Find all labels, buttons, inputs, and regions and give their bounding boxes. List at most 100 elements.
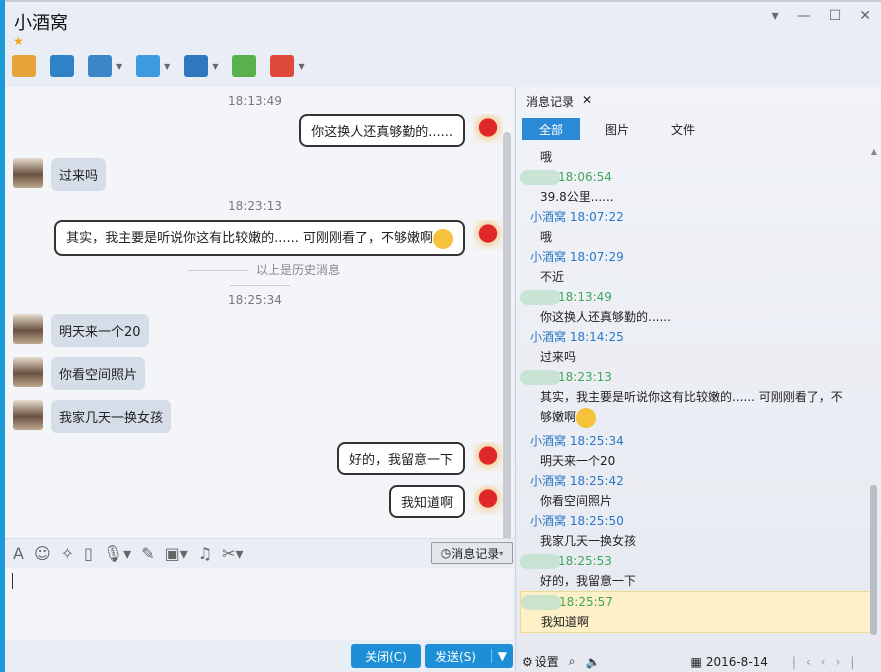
close-button[interactable]: ✕ (859, 8, 871, 24)
record-sender: 小酒窝 (530, 474, 567, 488)
video-button[interactable] (50, 55, 74, 77)
record-text: 你看空间照片 (540, 494, 613, 508)
microphone-icon[interactable]: 🎙▾ (103, 544, 131, 563)
screen-share-button[interactable]: ▼ (88, 55, 122, 77)
history-record: 18:23:13 其实，我主要是听说你这有比较嫩的...... 可刚刚看了，不 够嫩… (520, 367, 876, 431)
record-header: 小酒窝 18:07:22 (520, 207, 876, 227)
minimize-button[interactable]: — (797, 8, 811, 24)
record-header: 小酒窝 18:07:29 (520, 247, 876, 267)
history-button[interactable]: ◷ 消息记录 ▾ (431, 542, 513, 564)
chat-toolbar: ▼ ▼ ▼ ▼ (12, 55, 305, 77)
search-icon[interactable]: ⌕ (569, 654, 576, 669)
close-chat-button[interactable]: 关闭(C) (351, 644, 421, 668)
emoji-icon (576, 407, 597, 428)
message-bubble: 我家几天一换女孩 (51, 400, 172, 433)
record-header: 18:06:54 (520, 167, 876, 187)
history-panel: 消息记录 ✕ 全部 图片 文件 哦 18:06:54 39.8公里...... 小酒窝 … (515, 87, 881, 672)
magic-icon[interactable]: ✧ (61, 544, 74, 563)
chevron-down-icon[interactable]: ▼ (298, 62, 304, 71)
avatar[interactable] (473, 442, 503, 472)
history-scrollbar[interactable] (870, 485, 877, 635)
record-sender: 小酒窝 (530, 250, 567, 264)
record-time: 18:25:50 (569, 514, 624, 528)
record-header: 小酒窝 18:25:34 (520, 431, 876, 451)
record-text: 够嫩啊 (540, 410, 577, 424)
menu-button[interactable]: ▾ (772, 8, 779, 24)
emoji-icon[interactable]: ☺ (34, 544, 51, 563)
record-text: 好的，我留意一下 (540, 574, 637, 588)
contact-name: 小酒窝 (14, 13, 68, 34)
send-options-icon[interactable]: ▼ (490, 649, 513, 663)
history-record: 小酒窝 18:25:50 我家几天一换女孩 (520, 511, 876, 551)
chat-scrollbar[interactable] (503, 132, 511, 538)
record-text: 我知道啊 (541, 615, 590, 629)
history-record: 小酒窝 18:07:29 不近 (520, 247, 876, 287)
send-button[interactable]: 发送(S) ▼ (425, 644, 513, 668)
star-icon: ★ (13, 34, 24, 48)
close-tab-icon[interactable]: ✕ (582, 93, 592, 110)
tab-history[interactable]: 消息记录 ✕ (526, 93, 592, 110)
top-border (0, 0, 881, 2)
record-header: 18:25:57 (521, 592, 875, 612)
avatar[interactable] (473, 220, 503, 250)
apps-button[interactable]: ▼ (270, 55, 305, 77)
message-self: 其实，我主要是听说你这有比较嫩的...... 可刚刚看了，不够嫩啊 (54, 220, 503, 256)
avatar[interactable] (13, 314, 43, 344)
record-text: 你这换人还真够勤的...... (540, 310, 671, 324)
settings-link[interactable]: 设置 (535, 653, 559, 670)
timestamp: 18:25:34 (228, 293, 282, 307)
file-transfer-button[interactable]: ▼ (136, 55, 170, 77)
avatar[interactable] (13, 357, 43, 387)
chevron-down-icon[interactable]: ▼ (116, 62, 122, 71)
record-sender: 小酒窝 (530, 330, 567, 344)
message-self: 好的，我留意一下 (336, 442, 503, 475)
filter-all[interactable]: 全部 (522, 118, 580, 140)
tab-label: 消息记录 (526, 95, 575, 109)
history-footer: ⚙ 设置 ⌕ 🔈 ▦ 2016-8-14 |‹‹›| (522, 653, 878, 670)
maximize-button[interactable]: ☐ (829, 8, 842, 24)
voice-button[interactable] (12, 55, 36, 77)
chevron-down-icon[interactable]: ▼ (164, 62, 170, 71)
message-input[interactable] (5, 568, 513, 640)
filter-images[interactable]: 图片 (588, 118, 646, 140)
chevron-down-icon[interactable]: ▼ (212, 62, 218, 71)
history-label: 消息记录 (451, 546, 500, 561)
image-icon[interactable]: ▣▾ (165, 544, 188, 563)
avatar[interactable] (13, 158, 43, 188)
message-other: 我家几天一换女孩 (13, 400, 172, 433)
speaker-icon[interactable]: 🔈 (586, 655, 601, 669)
text-cursor (12, 573, 13, 589)
message-bubble: 其实，我主要是听说你这有比较嫩的...... 可刚刚看了，不够嫩啊 (54, 220, 465, 256)
send-label: 发送(S) (435, 649, 476, 664)
avatar[interactable] (13, 400, 43, 430)
remote-desktop-button[interactable]: ▼ (184, 55, 218, 77)
record-text: 其实，我主要是听说你这有比较嫩的...... 可刚刚看了，不 (540, 390, 843, 404)
avatar[interactable] (473, 114, 503, 144)
screen-share-icon (88, 55, 112, 77)
new-chat-button[interactable] (232, 55, 257, 77)
gear-icon[interactable]: ⚙ (522, 655, 533, 669)
shake-icon[interactable]: ▯ (84, 544, 93, 563)
history-filters: 全部 图片 文件 (522, 118, 720, 140)
message-bubble: 过来吗 (51, 158, 107, 191)
scroll-up-icon[interactable]: ▲ (871, 147, 877, 156)
filter-files[interactable]: 文件 (654, 118, 712, 140)
record-header: 18:25:53 (520, 551, 876, 571)
history-divider: 以上是历史消息 (145, 261, 375, 292)
history-list: 哦 18:06:54 39.8公里...... 小酒窝 18:07:22 哦小酒窝 18… (520, 147, 876, 633)
history-record: 18:25:53 好的，我留意一下 (520, 551, 876, 591)
edit-icon[interactable]: ✎ (141, 544, 154, 563)
screenshot-icon[interactable]: ✂▾ (222, 544, 243, 563)
pager-icons[interactable]: |‹‹›| (792, 655, 864, 669)
music-icon[interactable]: ♫ (198, 544, 212, 563)
avatar[interactable] (473, 485, 503, 515)
font-icon[interactable]: A (13, 544, 24, 563)
chat-area: 18:13:49 你这换人还真够勤的...... 过来吗 18:23:13 其实… (5, 87, 513, 538)
message-bubble: 我知道啊 (388, 485, 465, 518)
new-chat-icon (232, 55, 257, 77)
history-date[interactable]: 2016-8-14 (706, 655, 768, 669)
calendar-icon[interactable]: ▦ (690, 655, 701, 669)
history-record: 小酒窝 18:25:42 你看空间照片 (520, 471, 876, 511)
emoji-icon (433, 228, 453, 249)
record-time: 18:14:25 (569, 330, 624, 344)
